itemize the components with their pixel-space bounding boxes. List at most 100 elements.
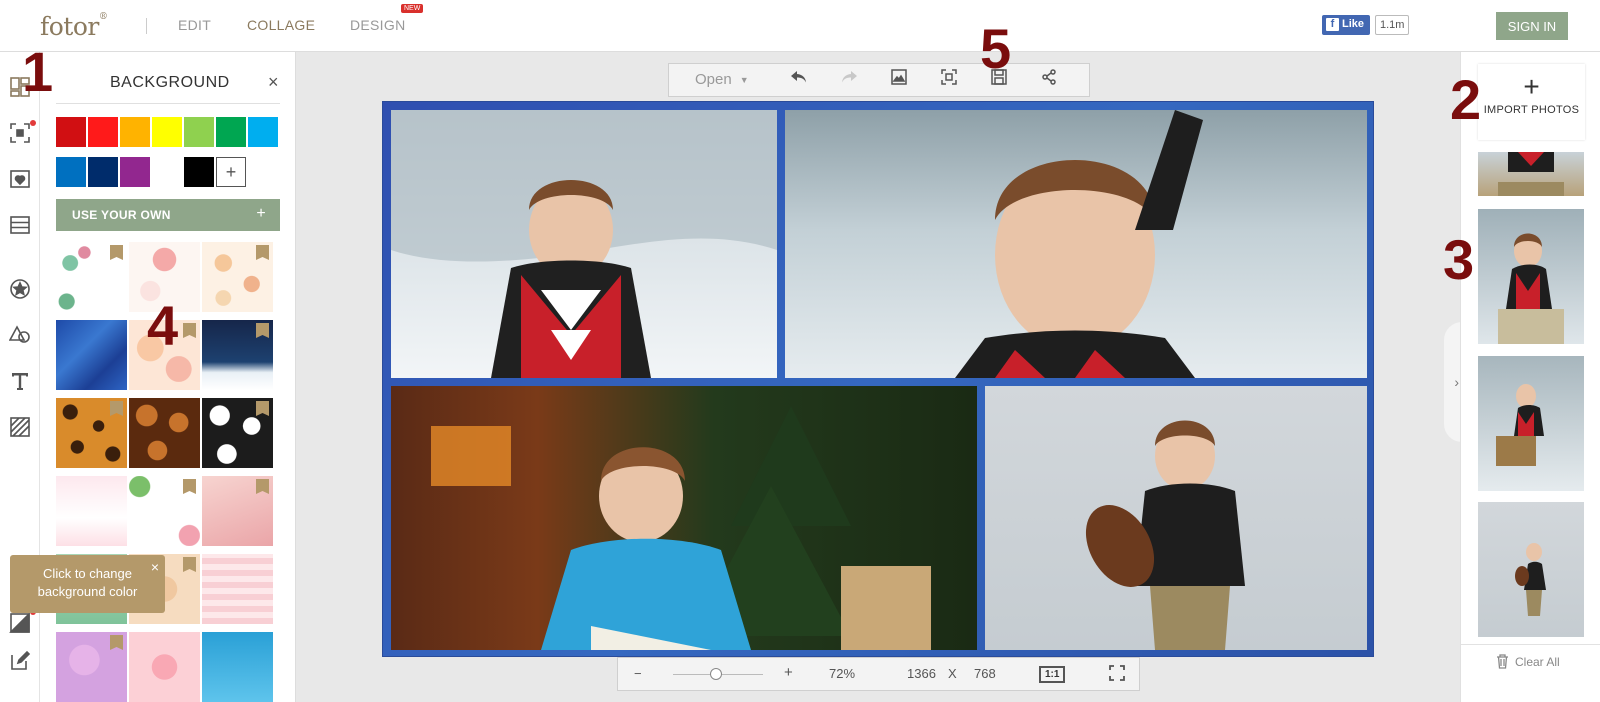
photo-strip: + IMPORT PHOTOS Clear All	[1460, 52, 1600, 702]
premium-crown-icon	[256, 479, 269, 494]
color-swatch-green[interactable]	[216, 117, 246, 147]
color-swatch-orange[interactable]	[120, 117, 150, 147]
pattern-icon[interactable]	[8, 416, 32, 440]
photo-thumbnail[interactable]	[1478, 356, 1584, 491]
collage-photo-cell[interactable]	[785, 110, 1367, 378]
collage-photo-cell[interactable]	[391, 110, 777, 378]
import-photos-label: IMPORT PHOTOS	[1483, 104, 1580, 116]
photo-thumbnail[interactable]	[1478, 152, 1584, 196]
annotation-marker-3: 3	[1443, 228, 1475, 291]
photo-thumbnail[interactable]	[1478, 502, 1584, 637]
annotation-marker-5: 5	[980, 17, 1012, 80]
star-badge-icon[interactable]	[8, 278, 32, 302]
clear-all-button[interactable]: Clear All	[1496, 654, 1560, 669]
premium-crown-icon	[110, 401, 123, 416]
zoom-out-button[interactable]: −	[634, 666, 642, 681]
sign-in-button[interactable]: SIGN IN	[1496, 12, 1568, 40]
redo-icon[interactable]	[837, 69, 861, 91]
background-thumbnail[interactable]	[202, 242, 273, 312]
facebook-like-button[interactable]: f Like	[1322, 15, 1371, 35]
background-icon[interactable]	[8, 609, 36, 636]
zoom-in-button[interactable]: +	[784, 664, 793, 681]
rows-icon[interactable]	[8, 214, 32, 238]
color-swatch-blue[interactable]	[56, 157, 86, 187]
facebook-icon: f	[1326, 18, 1339, 31]
zoom-bar: − + 72% 1366 X 768 1:1	[617, 657, 1140, 691]
panel-title: BACKGROUND	[110, 74, 230, 91]
background-thumbnail[interactable]	[129, 398, 200, 468]
color-swatch-sky-blue[interactable]	[248, 117, 278, 147]
use-your-own-button[interactable]: USE YOUR OWN +	[56, 199, 280, 231]
background-thumbnail[interactable]	[129, 476, 200, 546]
edit-icon[interactable]	[8, 650, 32, 674]
collage-photo-cell[interactable]	[985, 386, 1367, 650]
color-swatch-white[interactable]	[152, 157, 182, 187]
background-thumbnail[interactable]	[202, 320, 273, 390]
collage-photo-cell[interactable]	[391, 386, 977, 650]
import-photos-button[interactable]: + IMPORT PHOTOS	[1478, 64, 1585, 140]
background-thumbnail[interactable]	[56, 476, 127, 546]
tooltip-line: Click to change	[43, 566, 132, 581]
background-thumbnail[interactable]	[56, 632, 127, 702]
color-swatch-light-green[interactable]	[184, 117, 214, 147]
background-thumbnail[interactable]	[56, 242, 127, 312]
color-swatch-red[interactable]	[88, 117, 118, 147]
nav-design[interactable]: DESIGN	[350, 17, 405, 33]
image-icon[interactable]	[887, 69, 911, 91]
share-icon[interactable]	[1037, 69, 1061, 91]
divider	[56, 103, 280, 104]
nav-collage[interactable]: COLLAGE	[247, 17, 315, 33]
nav-edit[interactable]: EDIT	[178, 17, 211, 33]
premium-crown-icon	[183, 557, 196, 572]
color-swatch-navy[interactable]	[88, 157, 118, 187]
background-thumbnail[interactable]	[202, 476, 273, 546]
background-thumbnail[interactable]	[202, 632, 273, 702]
tooltip-line: background color	[37, 584, 138, 599]
nav-divider	[146, 18, 147, 34]
actual-size-button[interactable]: 1:1	[1039, 666, 1066, 683]
add-color-button[interactable]: +	[216, 157, 246, 187]
facebook-like-count: 1.1m	[1375, 15, 1410, 35]
color-swatch-dark-red[interactable]	[56, 117, 86, 147]
premium-crown-icon	[256, 401, 269, 416]
new-badge: NEW	[401, 4, 424, 13]
annotation-marker-4: 4	[147, 294, 179, 357]
background-thumbnail[interactable]	[129, 632, 200, 702]
stitch-icon[interactable]	[8, 120, 36, 146]
top-bar: fotor® EDIT COLLAGE DESIGN NEW f Like 1.1…	[0, 0, 1600, 52]
sticker-heart-icon[interactable]	[8, 168, 32, 192]
fotor-logo[interactable]: fotor®	[40, 12, 108, 41]
photo-thumbnail[interactable]	[1478, 209, 1584, 344]
canvas-toolbar: Open ▼	[668, 63, 1090, 97]
fullscreen-icon[interactable]	[1109, 665, 1125, 684]
color-swatch-black[interactable]	[184, 157, 214, 187]
color-swatch-yellow[interactable]	[152, 117, 182, 147]
close-icon[interactable]: ×	[268, 72, 279, 93]
notification-dot	[30, 120, 36, 126]
screenshot-icon[interactable]	[937, 69, 961, 91]
trash-icon	[1497, 654, 1508, 669]
background-thumbnail[interactable]	[56, 320, 127, 390]
background-thumbnail[interactable]	[202, 398, 273, 468]
close-icon[interactable]: ×	[151, 558, 159, 576]
undo-icon[interactable]	[787, 69, 811, 91]
divider	[1461, 644, 1600, 645]
annotation-marker-1: 1	[22, 40, 54, 103]
canvas-width: 1366	[907, 666, 936, 681]
premium-crown-icon	[183, 323, 196, 338]
shapes-icon[interactable]	[8, 324, 32, 348]
background-color-tooltip: Click to change background color ×	[10, 555, 165, 613]
dimension-separator: X	[948, 666, 957, 681]
chevron-down-icon: ▼	[739, 75, 749, 86]
color-swatch-purple[interactable]	[120, 157, 150, 187]
premium-crown-icon	[110, 245, 123, 260]
canvas-height: 768	[974, 666, 996, 681]
premium-crown-icon	[256, 245, 269, 260]
text-icon[interactable]	[8, 370, 32, 394]
open-dropdown[interactable]: Open ▼	[695, 71, 749, 88]
background-thumbnail[interactable]	[202, 554, 273, 624]
premium-crown-icon	[183, 479, 196, 494]
background-thumbnail[interactable]	[56, 398, 127, 468]
collage-canvas[interactable]	[382, 101, 1374, 657]
zoom-slider-handle[interactable]	[710, 668, 722, 680]
